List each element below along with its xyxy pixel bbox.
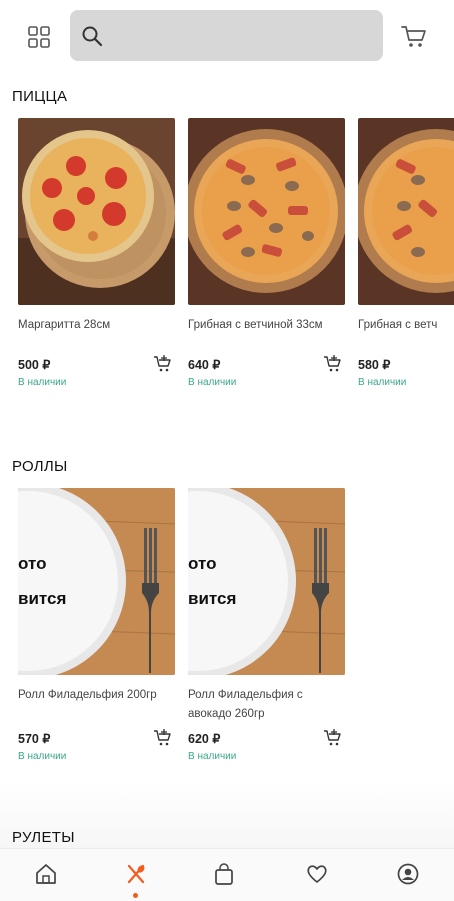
- grid-icon[interactable]: [26, 24, 52, 50]
- add-to-cart-icon[interactable]: [153, 728, 173, 748]
- product-price: 580 ₽: [358, 358, 391, 372]
- product-image: ото вится: [188, 488, 345, 675]
- section-title-rolls: РОЛЛЫ: [12, 458, 68, 475]
- product-card[interactable]: Грибная с ветчиной 33см 640 ₽ В наличии: [188, 118, 345, 408]
- stock-status: В наличии: [18, 751, 67, 762]
- bottom-navigation: [0, 848, 454, 901]
- product-name: Ролл Филадельфия 200гр: [18, 689, 157, 701]
- product-row-pizza: Маргаритта 28см 500 ₽ В наличии Грибная …: [18, 118, 454, 408]
- stock-status: В наличии: [18, 377, 67, 388]
- add-to-cart-icon[interactable]: [153, 354, 173, 374]
- add-to-cart-icon[interactable]: [323, 728, 343, 748]
- stock-status: В наличии: [188, 377, 237, 388]
- image-placeholder-text: вится: [18, 589, 67, 608]
- product-price: 640 ₽: [188, 358, 221, 372]
- product-image: [188, 118, 345, 305]
- section-title-pizza: ПИЦЦА: [12, 88, 68, 105]
- product-name: Маргаритта 28см: [18, 319, 111, 331]
- active-indicator: [133, 893, 138, 898]
- bag-icon[interactable]: [211, 861, 237, 887]
- cart-icon[interactable]: [400, 22, 428, 50]
- product-price: 500 ₽: [18, 358, 51, 372]
- product-image: ото вится: [18, 488, 175, 675]
- search-bar[interactable]: [70, 10, 383, 63]
- search-icon[interactable]: [80, 24, 104, 48]
- product-price: 570 ₽: [18, 732, 51, 746]
- product-name: Ролл Филадельфия с авокадо 260гр: [188, 689, 303, 720]
- product-row-rolls: ото вится Ролл Филадельфия 200гр 570 ₽ В…: [18, 488, 454, 778]
- add-to-cart-icon[interactable]: [323, 354, 343, 374]
- product-card[interactable]: ото вится Ролл Филадельфия 200гр 570 ₽ В…: [18, 488, 175, 778]
- product-image: [358, 118, 454, 305]
- image-placeholder-text: ото: [188, 554, 217, 573]
- product-name: Грибная с ветчиной 33см: [188, 319, 323, 331]
- product-card[interactable]: ото вится Ролл Филадельфия с авокадо 260…: [188, 488, 345, 778]
- search-input[interactable]: [112, 10, 378, 63]
- product-name: Грибная с ветч: [358, 319, 438, 331]
- heart-icon[interactable]: [304, 861, 330, 887]
- product-price: 620 ₽: [188, 732, 221, 746]
- menu-food-icon[interactable]: [123, 861, 149, 887]
- image-placeholder-text: ото: [18, 554, 47, 573]
- home-icon[interactable]: [33, 861, 59, 887]
- section-title-roulades: РУЛЕТЫ: [12, 829, 75, 846]
- stock-status: В наличии: [188, 751, 237, 762]
- profile-icon[interactable]: [395, 861, 421, 887]
- top-bar: [0, 0, 454, 72]
- stock-status: В наличии: [358, 377, 407, 388]
- product-card[interactable]: Грибная с ветч 580 ₽ В наличии: [358, 118, 454, 408]
- image-placeholder-text: вится: [188, 589, 237, 608]
- product-image: [18, 118, 175, 305]
- product-card[interactable]: Маргаритта 28см 500 ₽ В наличии: [18, 118, 175, 408]
